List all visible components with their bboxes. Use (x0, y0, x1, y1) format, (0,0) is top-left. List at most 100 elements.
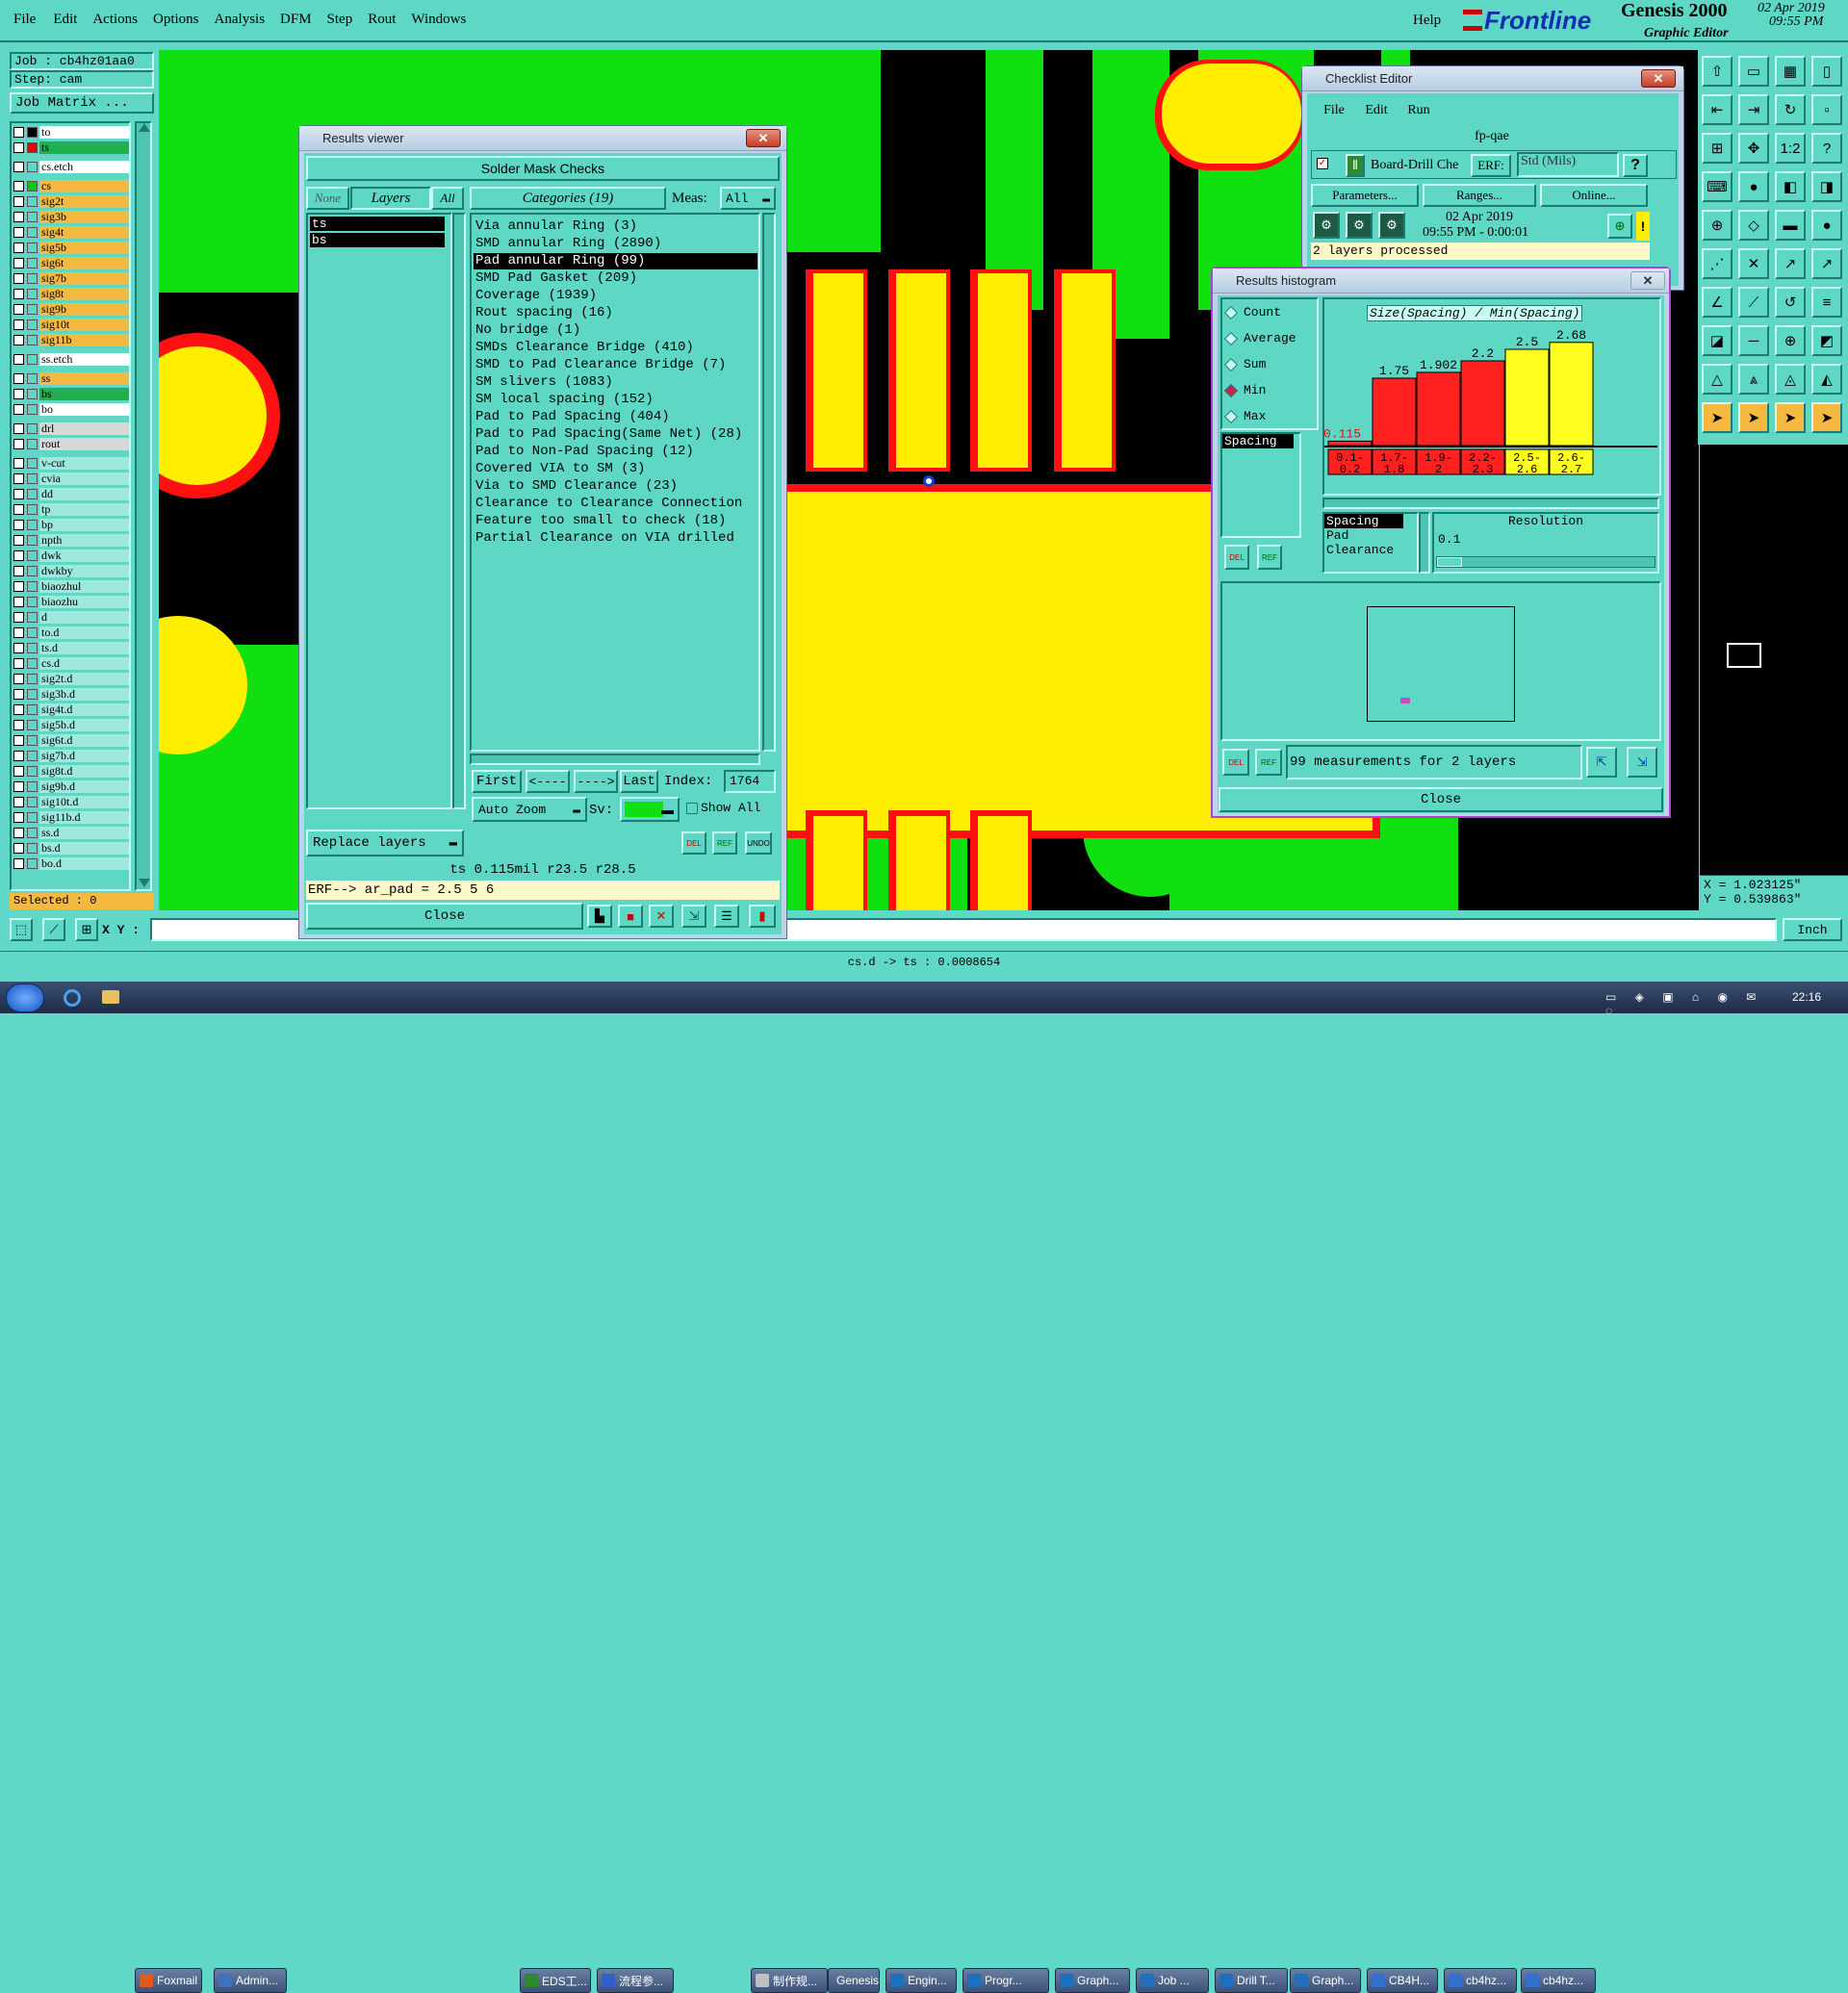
layer-checkbox[interactable] (13, 611, 24, 623)
layer-checkbox[interactable] (13, 257, 24, 268)
taskbar-item[interactable]: Drill T... (1215, 1968, 1288, 1993)
hist-del-button[interactable]: DEL (1224, 545, 1249, 570)
run-icon-1[interactable]: ⚙ (1313, 212, 1340, 239)
select-tool-3-icon[interactable]: ➤ (1775, 402, 1806, 433)
line-tool-1-icon[interactable]: ⋰ (1702, 248, 1732, 279)
show-all-checkbox[interactable] (686, 803, 698, 814)
select-tool-4-icon[interactable]: ➤ (1811, 402, 1842, 433)
layer-checkbox[interactable] (13, 626, 24, 638)
prev-button[interactable]: <---- (526, 770, 570, 793)
taskbar-item[interactable]: 制作规... (751, 1968, 828, 1993)
help-menu[interactable]: Help (1413, 13, 1441, 29)
group-list[interactable]: Spacing (1220, 432, 1301, 538)
histogram-bar[interactable] (1416, 371, 1461, 447)
histogram-bar[interactable] (1549, 342, 1594, 447)
shape-tool-1-icon[interactable]: ⊕ (1702, 210, 1732, 241)
layer-row[interactable]: sig7b.d (13, 749, 129, 762)
layer-checkbox[interactable] (13, 226, 24, 238)
layer-checkbox[interactable] (13, 161, 24, 172)
hist-del-button-2[interactable]: DEL (1222, 749, 1249, 776)
layer-row[interactable]: sig9b (13, 302, 129, 316)
menu-step[interactable]: Step (327, 12, 353, 31)
measure-radio-sum[interactable]: Sum (1223, 357, 1266, 371)
edit-tool-3-icon[interactable]: ▦ (1775, 56, 1806, 87)
histogram-bar[interactable] (1372, 377, 1417, 447)
ranges-button[interactable]: Ranges... (1423, 184, 1536, 207)
arc-tool-1-icon[interactable]: ∠ (1702, 287, 1732, 318)
category-item[interactable]: Pad annular Ring (99) (474, 253, 757, 269)
action-name[interactable]: Board-Drill Che (1371, 158, 1471, 173)
units-button[interactable]: Inch (1783, 918, 1842, 941)
layer-row[interactable]: sig7b (13, 271, 129, 285)
layer-checkbox[interactable] (13, 242, 24, 253)
layer-row[interactable]: ss.d (13, 826, 129, 839)
sort-scrollbar[interactable] (1419, 512, 1430, 574)
category-item[interactable]: Pad to Pad Spacing(Same Net) (28) (474, 426, 757, 443)
help-question-button[interactable]: ? (1623, 154, 1648, 177)
snap-tool-3-icon[interactable]: ◧ (1775, 171, 1806, 202)
checklist-close-icon[interactable]: ✕ (1641, 69, 1676, 88)
layer-row[interactable]: sig6t.d (13, 733, 129, 747)
pad-tool-4-icon[interactable]: ◩ (1811, 325, 1842, 356)
del-button[interactable]: DEL (681, 831, 706, 855)
layers-label-button[interactable]: Layers (350, 187, 431, 210)
category-item[interactable]: Pad to Non-Pad Spacing (12) (474, 444, 757, 460)
sort-list[interactable]: Spacing Pad Clearance (1322, 512, 1419, 574)
first-button[interactable]: First (472, 770, 522, 793)
layer-row[interactable]: sig6t (13, 256, 129, 269)
layer-checkbox[interactable] (13, 372, 24, 384)
snap-tool-1-icon[interactable]: ⌨ (1702, 171, 1732, 202)
layer-checkbox[interactable] (13, 549, 24, 561)
layer-row[interactable]: drl (13, 422, 129, 435)
menu-rout[interactable]: Rout (368, 12, 396, 31)
layer-row[interactable]: dwkby (13, 564, 129, 577)
layer-row[interactable]: sig8t (13, 287, 129, 300)
layer-checkbox[interactable] (13, 642, 24, 653)
layer-row[interactable]: sig5b (13, 241, 129, 254)
layer-row[interactable]: sig11b (13, 333, 129, 346)
pad-tool-2-icon[interactable]: ─ (1738, 325, 1769, 356)
stop-icon[interactable]: ■ (618, 905, 643, 928)
layer-checkbox[interactable] (13, 353, 24, 365)
layer-checkbox[interactable] (13, 673, 24, 684)
zoom-tool-2-icon[interactable]: ✥ (1738, 133, 1769, 164)
layer-row[interactable]: sig10t (13, 318, 129, 331)
layer-checkbox[interactable] (13, 703, 24, 715)
layer-row[interactable]: bp (13, 518, 129, 531)
category-item[interactable]: Covered VIA to SM (3) (474, 461, 757, 477)
menu-windows[interactable]: Windows (411, 12, 466, 31)
report-icon[interactable]: ▙ (587, 905, 612, 928)
layer-checkbox[interactable] (13, 719, 24, 730)
run-icon-2[interactable]: ⚙ (1346, 212, 1373, 239)
menu-analysis[interactable]: Analysis (215, 12, 266, 31)
category-item[interactable]: Coverage (1939) (474, 288, 757, 304)
layers-none-button[interactable]: None (306, 187, 349, 210)
shape-tool-3-icon[interactable]: ▬ (1775, 210, 1806, 241)
online-button[interactable]: Online... (1540, 184, 1648, 207)
layer-row[interactable]: dd (13, 487, 129, 500)
layer-checkbox[interactable] (13, 519, 24, 530)
parameters-button[interactable]: Parameters... (1311, 184, 1419, 207)
next-button[interactable]: ----> (574, 770, 618, 793)
layer-row[interactable]: v-cut (13, 456, 129, 470)
taskbar-item[interactable]: Graph... (1290, 1968, 1361, 1993)
meas-dropdown[interactable]: All ▬ (720, 187, 776, 210)
layer-checkbox[interactable] (13, 750, 24, 761)
move-tool-2-icon[interactable]: ⇥ (1738, 94, 1769, 125)
ie-icon[interactable] (64, 989, 81, 1007)
edit-tool-4-icon[interactable]: ▯ (1811, 56, 1842, 87)
taskbar-item[interactable]: 流程参... (597, 1968, 674, 1993)
layer-row[interactable]: sig4t (13, 225, 129, 239)
categories-header-button[interactable]: Categories (19) (470, 187, 666, 210)
zoom-tool-3-icon[interactable]: 1:2 (1775, 133, 1806, 164)
result-layer-item[interactable]: ts (310, 217, 445, 231)
snap-tool-2-icon[interactable]: ● (1738, 171, 1769, 202)
select-tool-2-icon[interactable]: ➤ (1738, 402, 1769, 433)
measure-radio-average[interactable]: Average (1223, 331, 1296, 345)
scroll-up-arrow[interactable] (139, 123, 150, 132)
layer-checkbox[interactable] (13, 438, 24, 449)
hist-export-icon[interactable]: ⇱ (1586, 747, 1617, 778)
arc-tool-4-icon[interactable]: ≡ (1811, 287, 1842, 318)
layer-checkbox[interactable] (13, 765, 24, 777)
results-viewer-close-icon[interactable]: ✕ (746, 129, 781, 147)
